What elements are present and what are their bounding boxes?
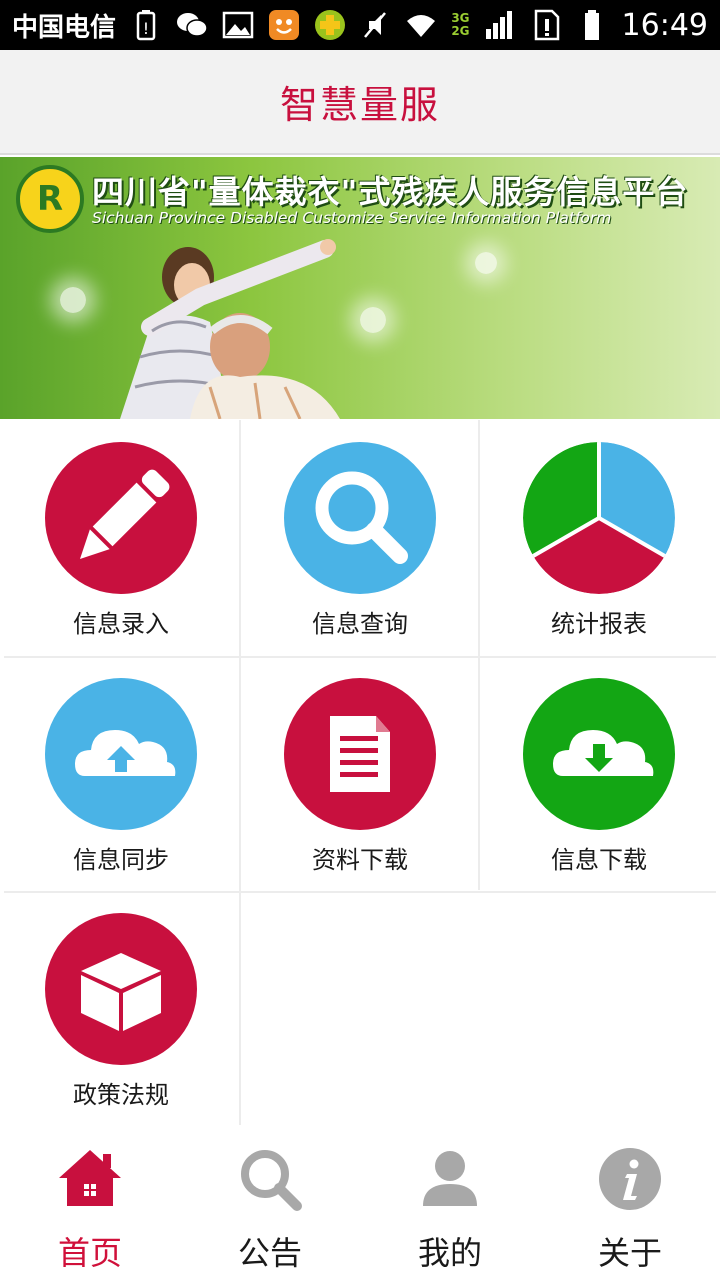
banner[interactable]: R 四川省"量体裁衣"式残疾人服务信息平台 Sichuan Province D… — [0, 157, 720, 419]
app-plus-icon — [315, 10, 346, 40]
app-face-icon — [269, 10, 300, 40]
sim-warning-icon — [534, 9, 559, 41]
network-indicator: 3G 2G — [451, 12, 469, 38]
box-icon — [45, 913, 197, 1065]
menu-item-label: 信息录入 — [73, 610, 169, 638]
tab-home[interactable]: 首页 — [0, 1128, 180, 1280]
menu-item-policy[interactable]: 政策法规 — [2, 891, 240, 1125]
carrier-name: 中国电信 — [12, 12, 117, 43]
info-icon — [599, 1148, 661, 1210]
tab-label: 公告 — [237, 1234, 302, 1272]
banner-photo — [120, 239, 340, 419]
menu-item-info-query[interactable]: 信息查询 — [241, 420, 479, 654]
wechat-icon — [177, 13, 208, 37]
banner-title-en: Sichuan Province Disabled Customize Serv… — [92, 209, 612, 227]
menu-item-label: 统计报表 — [551, 610, 647, 638]
home-icon — [59, 1150, 121, 1206]
bottom-tab-bar: 首页 公告 我的 关于 — [0, 1128, 720, 1280]
menu-item-doc-download[interactable]: 资料下载 — [241, 656, 479, 890]
wifi-icon — [407, 15, 436, 37]
signal-icon — [485, 11, 512, 39]
search-icon — [284, 442, 436, 594]
cloud-upload-icon — [45, 678, 197, 830]
pencil-icon — [45, 442, 197, 594]
battery-warning-icon: ! — [136, 10, 156, 41]
menu-item-statistics[interactable]: 统计报表 — [480, 420, 718, 654]
tab-label: 我的 — [417, 1234, 482, 1272]
image-icon — [222, 11, 254, 39]
document-icon — [284, 678, 436, 830]
tab-mine[interactable]: 我的 — [360, 1128, 540, 1280]
pie-chart-icon — [523, 442, 675, 594]
menu-item-label: 信息同步 — [73, 846, 169, 874]
mute-icon — [364, 12, 387, 38]
menu-item-label: 信息下载 — [551, 846, 647, 874]
banner-title-cn: 四川省"量体裁衣"式残疾人服务信息平台 — [92, 173, 689, 211]
battery-icon — [584, 10, 599, 40]
app-header: 智慧量服 — [0, 50, 720, 155]
cloud-download-icon — [523, 678, 675, 830]
tab-announcements[interactable]: 公告 — [180, 1128, 360, 1280]
user-icon — [423, 1151, 477, 1206]
menu-item-label: 资料下载 — [312, 846, 408, 874]
federation-logo-icon: R — [16, 165, 84, 233]
tab-label: 关于 — [597, 1234, 662, 1272]
status-bar: 中国电信 ! 3G 2G 16:49 — [0, 0, 720, 50]
status-clock: 16:49 — [621, 7, 708, 43]
page-title: 智慧量服 — [279, 83, 440, 127]
tab-label: 首页 — [57, 1234, 122, 1272]
search-icon — [241, 1150, 302, 1211]
menu-item-info-download[interactable]: 信息下载 — [480, 656, 718, 890]
menu-item-label: 信息查询 — [312, 610, 408, 638]
tab-about[interactable]: 关于 — [540, 1128, 720, 1280]
network-2g-label: 2G — [451, 24, 470, 38]
menu-item-label: 政策法规 — [73, 1081, 169, 1109]
menu-item-info-entry[interactable]: 信息录入 — [2, 420, 240, 654]
menu-item-info-sync[interactable]: 信息同步 — [2, 656, 240, 890]
svg-text:!: ! — [143, 19, 149, 38]
